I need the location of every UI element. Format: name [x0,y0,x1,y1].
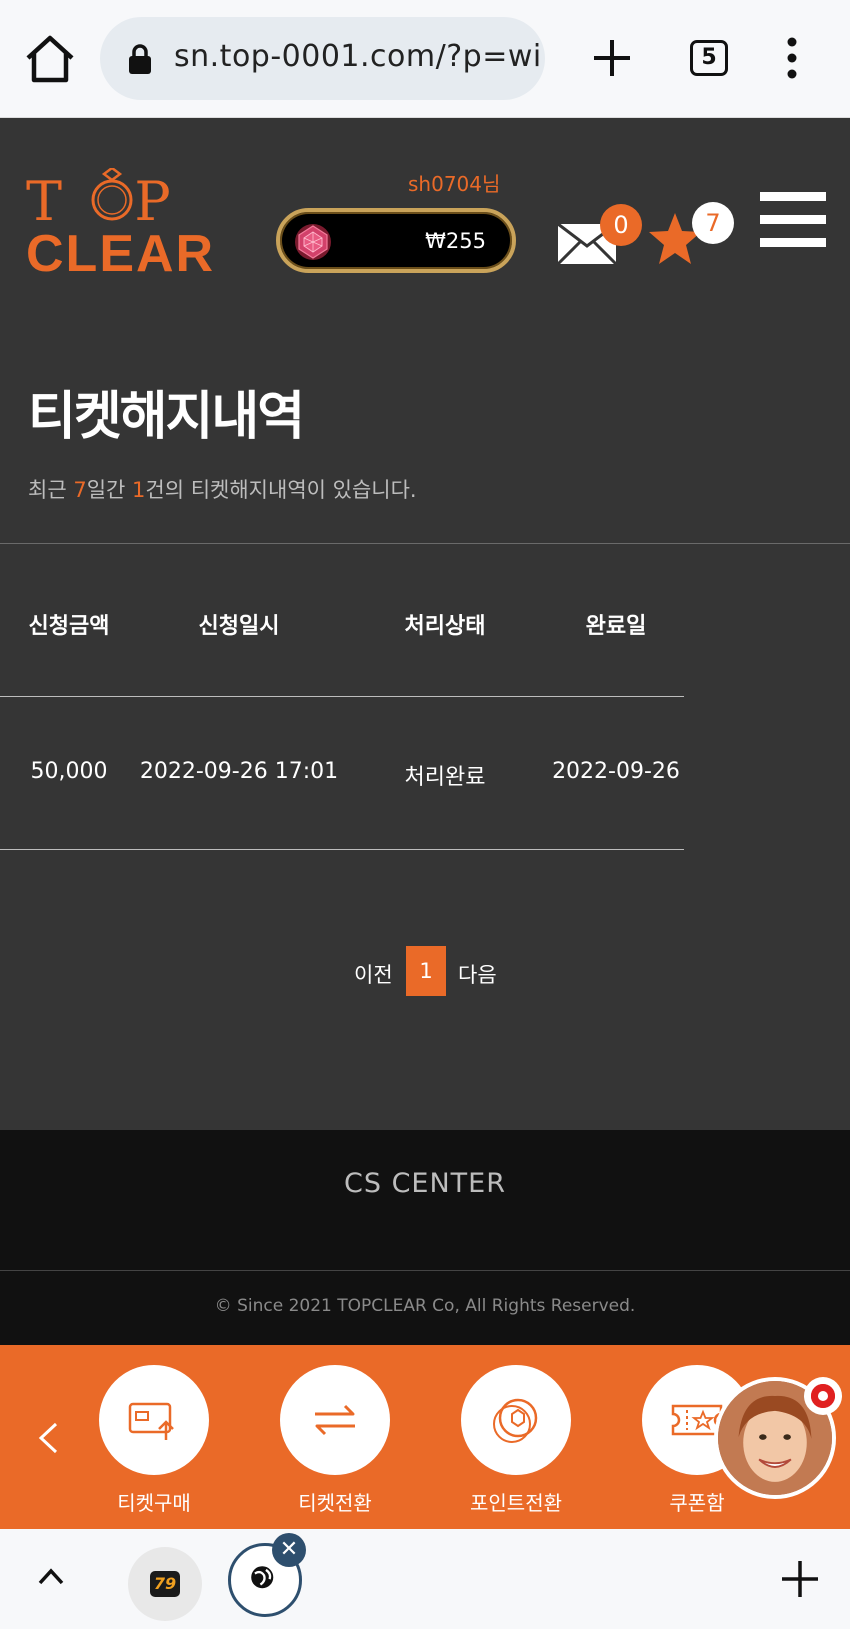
nav-label: 쿠폰함 [669,1491,725,1515]
prev-page-link[interactable]: 이전 [354,959,393,989]
hamburger-menu-icon[interactable] [760,192,826,250]
balance-pill[interactable]: ₩255 [276,208,516,273]
next-page-link[interactable]: 다음 [458,959,497,989]
cell-amount: 50,000 [30,759,108,784]
more-vert-icon[interactable] [782,36,802,80]
lock-icon [129,44,151,74]
gem-icon [295,224,331,260]
header-request-date: 신청일시 [198,614,280,639]
current-page-button[interactable]: 1 [406,946,446,996]
cell-complete-date: 2022-09-26 [552,759,680,784]
nav-label: 티켓전환 [298,1491,372,1515]
chevron-up-icon[interactable] [36,1565,66,1587]
table-header: 신청금액 신청일시 처리상태 완료일 [0,544,684,697]
ticket-buy-icon [128,1402,174,1440]
ring-icon [91,168,133,221]
address-bar[interactable]: sn.top-0001.com/?p=wi [100,17,545,100]
nav-point-exchange[interactable]: 포인트전환 [461,1365,571,1516]
topclear-logo[interactable]: TOP CLEAR [26,168,226,283]
cell-status: 처리완료 [404,765,486,790]
browser-toolbar: sn.top-0001.com/?p=wi 5 [0,0,850,118]
tab-switcher-button[interactable]: 5 [690,40,728,76]
browser-bottom-bar: 79 ✕ [0,1529,850,1629]
main-content: 티켓해지내역 최근 7일간 1건의 티켓해지내역이 있습니다. 신청금액 신청일… [0,318,850,1130]
logo-bottom-text: CLEAR [26,225,216,283]
mail-count-badge: 0 [600,204,642,246]
table-row: 50,000 2022-09-26 17:01 처리완료 2022-09-26 [0,697,684,850]
site-footer: CS CENTER © Since 2021 TOPCLEAR Co, All … [0,1130,850,1345]
url-text: sn.top-0001.com/?p=wi [174,39,542,74]
cancel-history-table: 신청금액 신청일시 처리상태 완료일 50,000 2022-09-26 17:… [0,544,684,850]
copyright-text: © Since 2021 TOPCLEAR Co, All Rights Res… [214,1296,636,1316]
site-header: TOP CLEAR sh0704님 ₩255 0 7 [0,118,850,318]
close-icon[interactable]: ✕ [272,1533,306,1567]
header-amount: 신청금액 [28,614,110,639]
divider [0,1270,850,1271]
cell-request-date: 2022-09-26 17:01 [139,759,339,784]
record-indicator-icon [804,1377,842,1415]
username-label: sh0704님 [408,172,501,196]
tab-79-label: 79 [150,1571,180,1597]
balance-amount: ₩255 [425,229,486,253]
home-icon[interactable] [22,34,78,84]
quick-menu-bar: 티켓구매 티켓전환 포인트전환 쿠폰함 [0,1345,850,1529]
nav-label: 티켓구매 [117,1491,191,1515]
nav-label: 포인트전환 [470,1491,562,1515]
new-tab-plus-icon[interactable] [590,36,634,80]
nav-ticket-exchange[interactable]: 티켓전환 [280,1365,390,1516]
chevron-left-icon[interactable] [36,1421,60,1455]
header-complete-date: 완료일 [585,614,647,639]
header-status: 처리상태 [404,614,486,639]
cs-center-link[interactable]: CS CENTER [0,1168,850,1199]
star-count-badge: 7 [692,202,734,244]
page-title: 티켓해지내역 [28,387,305,447]
tab-group-79[interactable]: 79 [128,1547,202,1621]
coin-icon [493,1398,538,1443]
exchange-icon [315,1404,355,1436]
summary-text: 최근 7일간 1건의 티켓해지내역이 있습니다. [28,478,417,502]
nav-ticket-buy[interactable]: 티켓구매 [99,1365,209,1516]
add-tab-icon[interactable] [780,1559,820,1599]
